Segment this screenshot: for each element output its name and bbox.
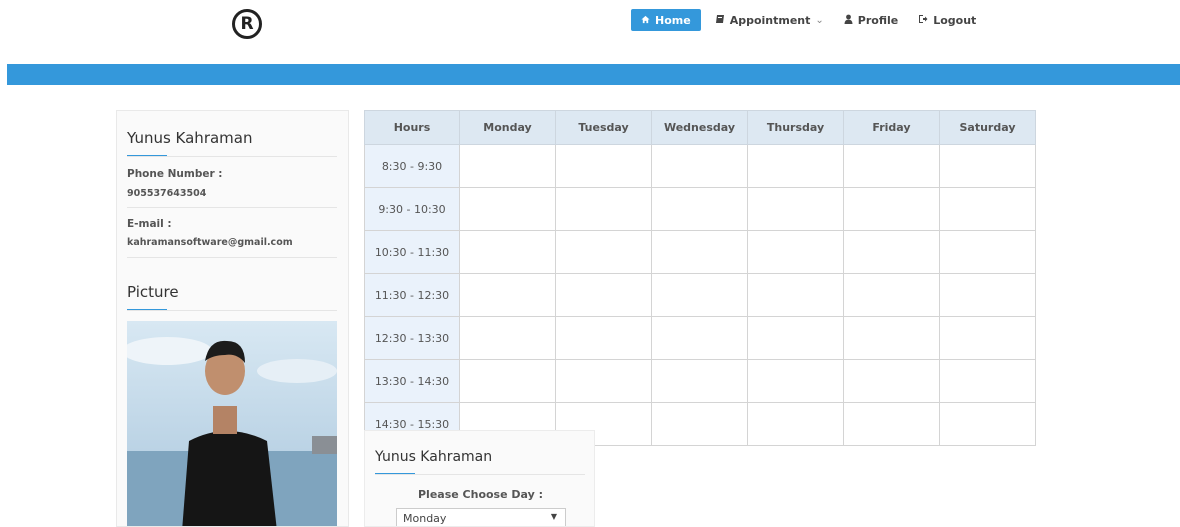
table-row: 13:30 - 14:30 <box>364 359 1036 403</box>
slot-cell[interactable] <box>555 187 652 231</box>
slot-cell[interactable] <box>843 359 940 403</box>
day-picker-title: Yunus Kahraman <box>375 449 493 465</box>
profile-sidebar: Yunus Kahraman Phone Number : 9055376435… <box>116 110 349 527</box>
user-icon <box>844 14 853 27</box>
email-label: E-mail : <box>127 218 172 230</box>
col-saturday: Saturday <box>939 110 1036 145</box>
divider <box>127 257 337 258</box>
table-row: 8:30 - 9:30 <box>364 144 1036 188</box>
slot-cell[interactable] <box>651 273 748 317</box>
nav-home[interactable]: Home <box>631 9 701 31</box>
hour-cell: 9:30 - 10:30 <box>364 187 460 231</box>
hour-cell: 10:30 - 11:30 <box>364 230 460 274</box>
schedule-table: Hours Monday Tuesday Wednesday Thursday … <box>364 110 1036 446</box>
brand-logo[interactable]: R <box>232 9 262 39</box>
col-wednesday: Wednesday <box>651 110 748 145</box>
slot-cell[interactable] <box>747 359 844 403</box>
hour-cell: 13:30 - 14:30 <box>364 359 460 403</box>
slot-cell[interactable] <box>939 316 1036 360</box>
nav-home-label: Home <box>655 13 691 27</box>
divider <box>127 207 337 208</box>
slot-cell[interactable] <box>939 144 1036 188</box>
slot-cell[interactable] <box>651 144 748 188</box>
slot-cell[interactable] <box>459 230 556 274</box>
slot-cell[interactable] <box>651 359 748 403</box>
slot-cell[interactable] <box>747 144 844 188</box>
schedule-header-row: Hours Monday Tuesday Wednesday Thursday … <box>364 110 1036 145</box>
slot-cell[interactable] <box>651 187 748 231</box>
slot-cell[interactable] <box>555 144 652 188</box>
nav-logout[interactable]: Logout <box>908 9 986 31</box>
slot-cell[interactable] <box>459 187 556 231</box>
day-select[interactable]: Monday ▼ <box>396 508 566 526</box>
slot-cell[interactable] <box>459 144 556 188</box>
nav-profile[interactable]: Profile <box>834 9 908 31</box>
slot-cell[interactable] <box>555 230 652 274</box>
nav-profile-label: Profile <box>857 13 899 27</box>
top-nav: Home Appointment ⌄ Profile Logout <box>631 9 986 31</box>
slot-cell[interactable] <box>747 230 844 274</box>
email-value: kahramansoftware@gmail.com <box>127 237 293 248</box>
slot-cell[interactable] <box>843 230 940 274</box>
nav-logout-label: Logout <box>933 13 977 27</box>
sign-out-icon <box>918 14 928 27</box>
slot-cell[interactable] <box>555 316 652 360</box>
caret-down-icon: ▼ <box>550 512 557 521</box>
slot-cell[interactable] <box>747 316 844 360</box>
slot-cell[interactable] <box>747 273 844 317</box>
slot-cell[interactable] <box>939 359 1036 403</box>
nav-appointment-label: Appointment <box>729 13 811 27</box>
hour-cell: 8:30 - 9:30 <box>364 144 460 188</box>
nav-appointment[interactable]: Appointment ⌄ <box>705 9 834 31</box>
slot-cell[interactable] <box>939 273 1036 317</box>
profile-photo <box>127 321 337 526</box>
slot-cell[interactable] <box>459 316 556 360</box>
day-select-value: Monday <box>403 512 447 525</box>
day-picker-panel: Yunus Kahraman Please Choose Day : Monda… <box>364 430 595 527</box>
table-row: 9:30 - 10:30 <box>364 187 1036 231</box>
picture-title: Picture <box>127 283 179 301</box>
slot-cell[interactable] <box>651 402 748 446</box>
slot-cell[interactable] <box>939 187 1036 231</box>
slot-cell[interactable] <box>747 187 844 231</box>
divider <box>127 156 337 157</box>
slot-cell[interactable] <box>459 273 556 317</box>
phone-value: 905537643504 <box>127 188 207 199</box>
divider <box>375 474 585 475</box>
chevron-down-icon: ⌄ <box>815 14 824 26</box>
slot-cell[interactable] <box>843 273 940 317</box>
slot-cell[interactable] <box>939 230 1036 274</box>
table-row: 12:30 - 13:30 <box>364 316 1036 360</box>
slot-cell[interactable] <box>555 273 652 317</box>
slot-cell[interactable] <box>651 316 748 360</box>
table-row: 11:30 - 12:30 <box>364 273 1036 317</box>
slot-cell[interactable] <box>843 402 940 446</box>
slot-cell[interactable] <box>843 316 940 360</box>
slot-cell[interactable] <box>459 359 556 403</box>
slot-cell[interactable] <box>555 359 652 403</box>
col-friday: Friday <box>843 110 940 145</box>
book-icon <box>715 14 725 27</box>
slot-cell[interactable] <box>747 402 844 446</box>
phone-label: Phone Number : <box>127 168 223 180</box>
col-thursday: Thursday <box>747 110 844 145</box>
slot-cell[interactable] <box>843 187 940 231</box>
slot-cell[interactable] <box>651 230 748 274</box>
table-row: 10:30 - 11:30 <box>364 230 1036 274</box>
hour-cell: 12:30 - 13:30 <box>364 316 460 360</box>
hour-cell: 11:30 - 12:30 <box>364 273 460 317</box>
divider <box>127 310 337 311</box>
col-tuesday: Tuesday <box>555 110 652 145</box>
col-monday: Monday <box>459 110 556 145</box>
col-hours: Hours <box>364 110 460 145</box>
home-icon <box>641 14 650 27</box>
slot-cell[interactable] <box>843 144 940 188</box>
choose-day-label: Please Choose Day : <box>417 488 544 501</box>
slot-cell[interactable] <box>939 402 1036 446</box>
profile-name: Yunus Kahraman <box>127 129 253 147</box>
header-band <box>7 64 1180 85</box>
